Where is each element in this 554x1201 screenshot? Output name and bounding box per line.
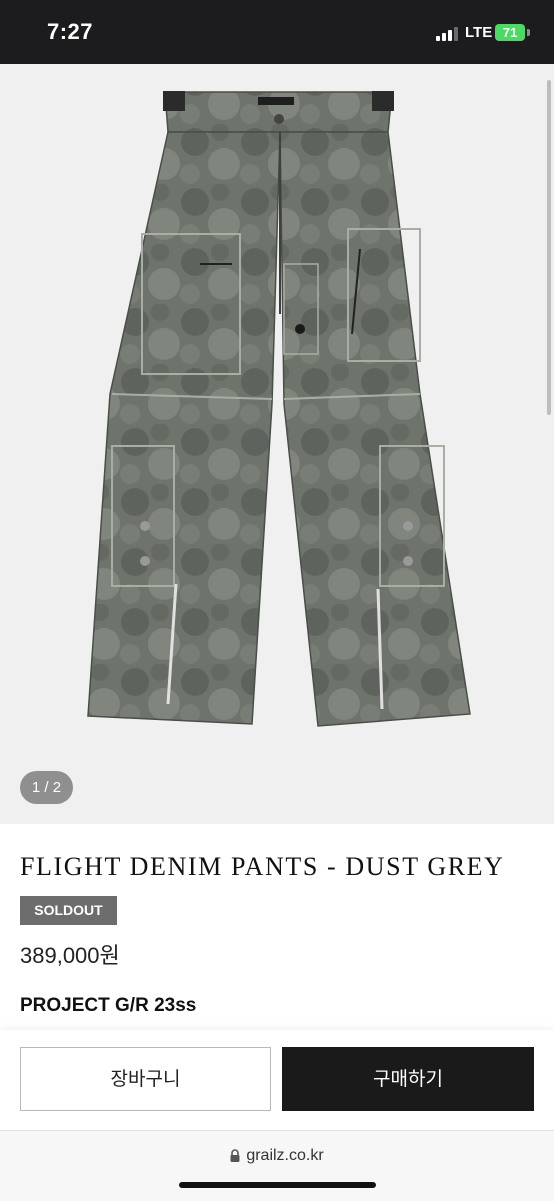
product-image[interactable]: [0, 64, 554, 824]
product-price: 389,000원: [20, 943, 120, 968]
browser-url-bar[interactable]: [0, 1130, 554, 1201]
url-text: grailz.co.kr: [246, 1147, 324, 1164]
product-title: FLIGHT DENIM PANTS - DUST GREY: [20, 852, 505, 881]
add-to-cart-button[interactable]: 장바구니: [20, 1047, 271, 1111]
scroll-indicator[interactable]: [547, 80, 551, 415]
image-counter: 1 / 2: [20, 771, 73, 804]
buy-now-button[interactable]: 구매하기: [282, 1047, 534, 1111]
lock-icon: [230, 1149, 240, 1163]
network-type: LTE: [465, 24, 493, 41]
status-bar: 7:27 LTE 71: [0, 0, 554, 64]
pants-illustration: [87, 91, 471, 727]
battery-icon: 71: [495, 24, 525, 41]
battery-tip: [527, 29, 530, 36]
home-indicator[interactable]: [179, 1182, 376, 1188]
url-display[interactable]: grailz.co.kr: [0, 1147, 554, 1165]
status-time: 7:27: [47, 19, 94, 44]
status-badge: SOLDOUT: [20, 896, 117, 925]
signal-bars-icon: [436, 27, 458, 41]
brand-season: PROJECT G/R 23ss: [20, 995, 197, 1016]
